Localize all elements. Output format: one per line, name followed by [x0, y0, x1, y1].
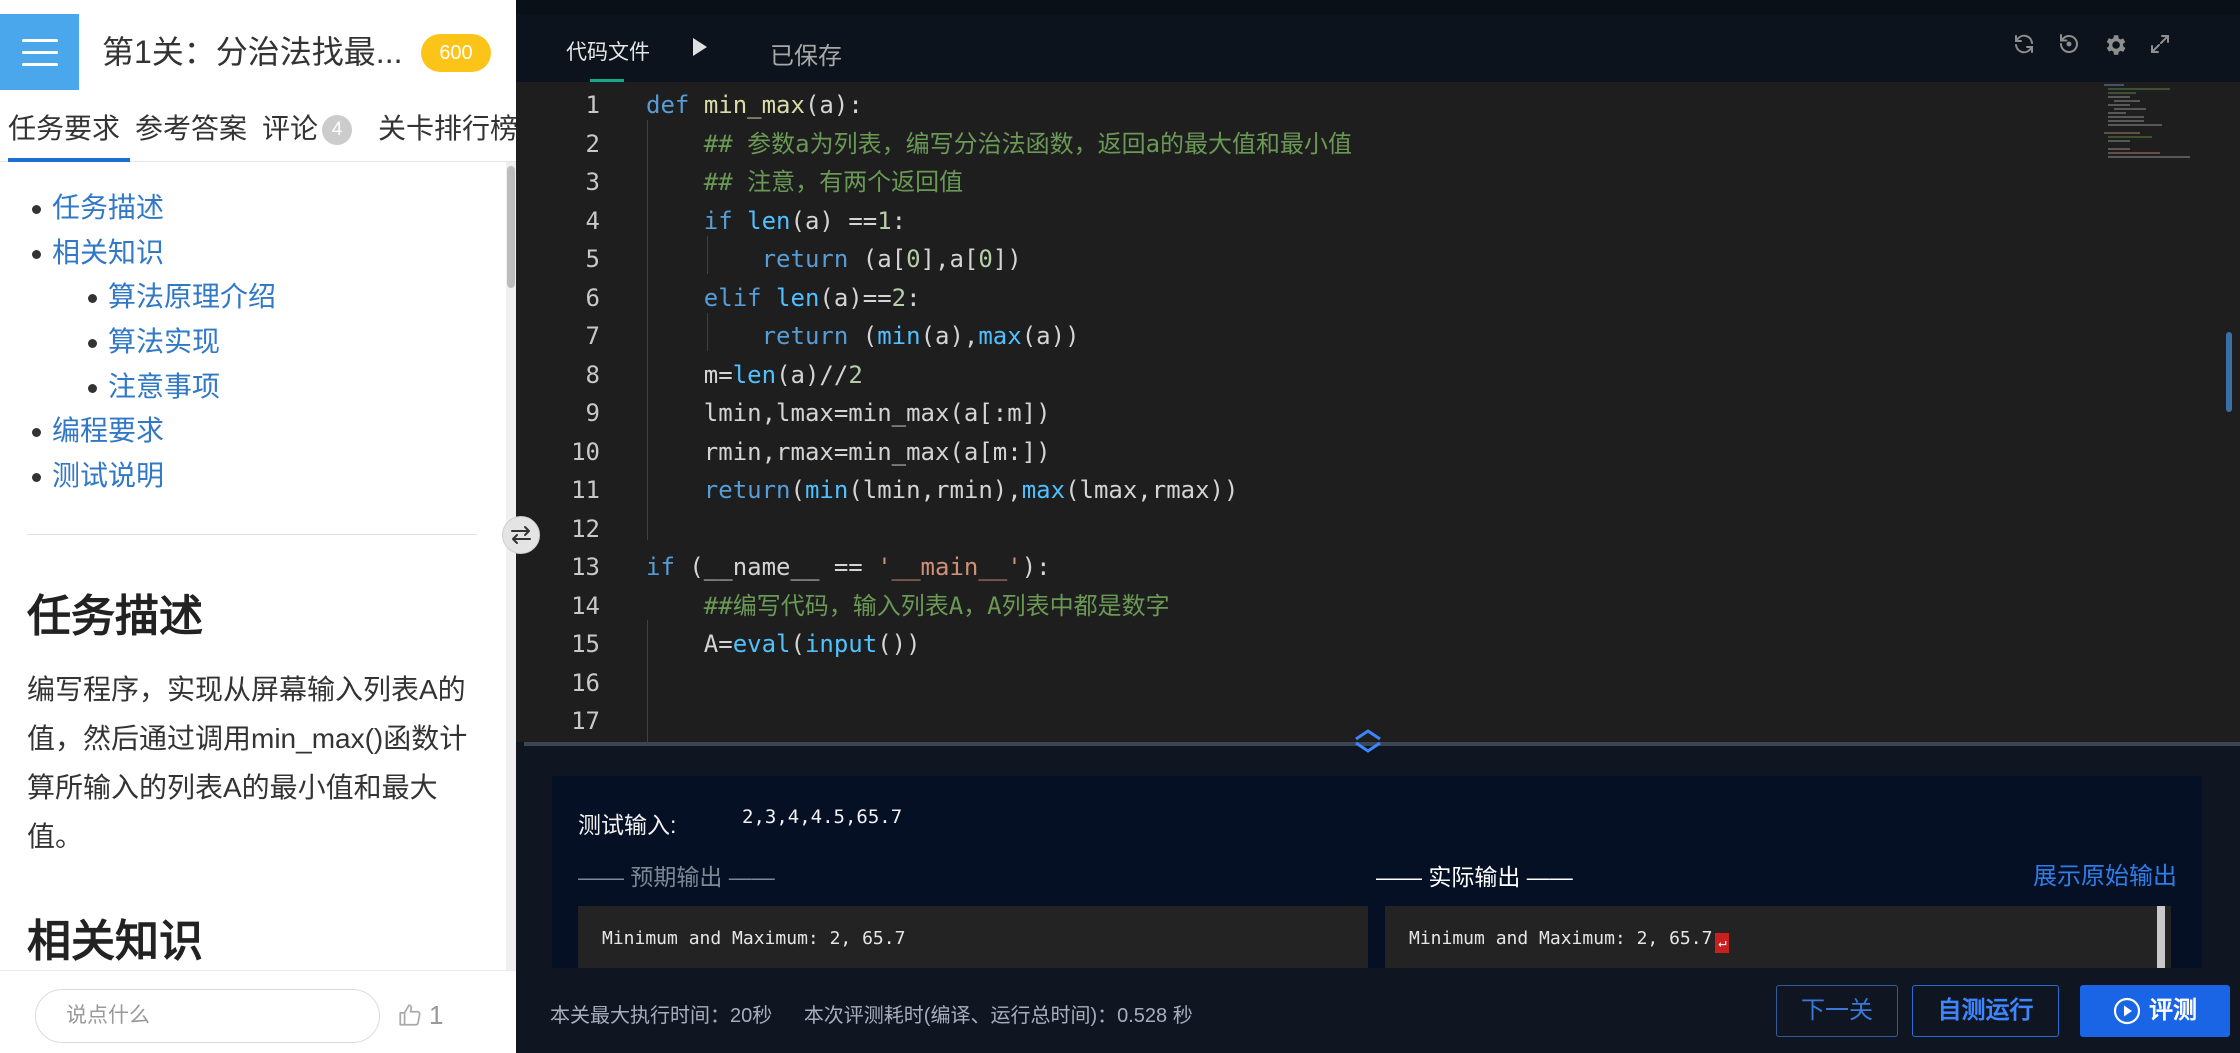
- line-number: 1: [585, 91, 600, 119]
- toc-item-notes[interactable]: 注意事项: [87, 365, 276, 410]
- toc-item-programming-requirements[interactable]: 编程要求: [31, 409, 276, 454]
- level-title: 第1关：分治法找最...: [102, 34, 402, 70]
- tab-leaderboard[interactable]: 关卡排行榜: [378, 104, 516, 160]
- collapse-chevron-icon[interactable]: [1348, 728, 1388, 754]
- scrollbar[interactable]: [506, 162, 516, 970]
- toc-item-algorithm-implementation[interactable]: 算法实现: [87, 320, 276, 365]
- eval-time: 本次评测耗时(编译、运行总时间)：0.528 秒: [803, 1005, 1193, 1027]
- editor-scrollbar[interactable]: [2226, 332, 2232, 412]
- tab-label: 关卡排行榜: [378, 113, 516, 144]
- save-status: 已保存: [770, 43, 842, 70]
- toc-item-related-knowledge[interactable]: 相关知识: [31, 231, 276, 276]
- actual-output-box: Minimum and Maximum: 2, 65.7 ↵: [1385, 906, 2171, 968]
- show-raw-output-link[interactable]: 展示原始输出: [2033, 856, 2177, 891]
- play-icon[interactable]: [692, 37, 708, 57]
- evaluate-button[interactable]: 评测: [2080, 985, 2230, 1037]
- top-strip: [516, 0, 2240, 14]
- execution-time-info: 本关最大执行时间：20秒 本次评测耗时(编译、运行总时间)：0.528 秒: [550, 999, 1219, 1028]
- line-number: 4: [585, 206, 600, 235]
- line-number: 13: [571, 553, 600, 581]
- actual-output-text: Minimum and Maximum: 2, 65.7: [1409, 928, 1713, 949]
- line-number: 10: [571, 437, 600, 466]
- toc-item-task-description[interactable]: 任务描述: [31, 186, 276, 231]
- like-button[interactable]: 1: [397, 993, 443, 1037]
- menu-icon[interactable]: [0, 14, 79, 90]
- section-heading: 相关知识: [27, 917, 203, 966]
- comment-input[interactable]: [35, 989, 380, 1043]
- expected-output-label: —— 预期输出 ——: [578, 864, 775, 890]
- tab-label: 参考答案: [135, 113, 248, 144]
- panel-resize-handle[interactable]: [502, 516, 540, 554]
- history-icon[interactable]: [2057, 32, 2081, 56]
- line-number: 7: [585, 322, 600, 350]
- comment-footer: 1: [0, 970, 516, 1053]
- next-level-button[interactable]: 下一关: [1776, 985, 1898, 1037]
- line-number: 16: [571, 668, 600, 697]
- code-minimap[interactable]: [2100, 82, 2210, 182]
- settings-gear-icon[interactable]: [2102, 32, 2128, 58]
- line-number: 17: [571, 707, 600, 735]
- app-root: 第1关：分治法找最... 600 任务要求 参考答案 评论 4 关卡排行榜 任务描…: [0, 0, 2240, 1053]
- divider: [27, 534, 477, 535]
- level-header: 第1关：分治法找最... 600: [0, 14, 516, 90]
- toc-item-test-instructions[interactable]: 测试说明: [31, 454, 276, 499]
- newline-marker: ↵: [1715, 933, 1730, 953]
- tab-label: 评论: [262, 113, 319, 144]
- output-scrollbar[interactable]: [2157, 906, 2165, 968]
- table-of-contents: 任务描述 相关知识 算法原理介绍 算法实现 注意事项 编程要求 测试说明: [31, 186, 276, 499]
- tab-task-requirements[interactable]: 任务要求: [8, 104, 131, 162]
- line-number: 14: [571, 591, 600, 620]
- swap-arrows-icon: [511, 526, 531, 544]
- task-tabs: 任务要求 参考答案 评论 4 关卡排行榜: [0, 104, 516, 162]
- task-panel: 第1关：分治法找最... 600 任务要求 参考答案 评论 4 关卡排行榜 任务描…: [0, 0, 516, 1053]
- task-description-text: 编写程序，实现从屏幕输入列表A的值，然后通过调用min_max()函数计算所输入…: [27, 674, 468, 852]
- section-heading: 任务描述: [27, 592, 203, 641]
- task-content: 任务描述 相关知识 算法原理介绍 算法实现 注意事项 编程要求 测试说明 任务描…: [0, 162, 508, 970]
- like-count: 1: [429, 999, 444, 1030]
- expected-output-box: Minimum and Maximum: 2, 65.7: [578, 906, 1368, 968]
- line-number: 15: [571, 630, 600, 658]
- line-number: 9: [585, 399, 600, 427]
- tab-code-file[interactable]: 代码文件: [566, 36, 650, 66]
- thumbs-up-icon: [399, 1004, 421, 1026]
- actual-output-label: —— 实际输出 ——: [1376, 864, 1573, 890]
- expected-output-text: Minimum and Maximum: 2, 65.7: [602, 928, 906, 949]
- comment-count-badge: 4: [322, 115, 353, 145]
- tab-comments[interactable]: 评论 4: [262, 104, 353, 160]
- scrollbar-thumb[interactable]: [507, 166, 515, 288]
- test-result-panel: 测试输入: 2,3,4,4.5,65.7 —— 预期输出 —— —— 实际输出 …: [552, 776, 2202, 968]
- self-run-button[interactable]: 自测运行: [1912, 985, 2059, 1037]
- code-editor[interactable]: 1 def min_max(a): 2 ## 参数a为列表，编写分治法函数，返回a…: [516, 82, 2240, 742]
- score-badge: 600: [421, 34, 491, 72]
- test-input-value: 2,3,4,4.5,65.7: [742, 806, 903, 828]
- line-number: 6: [585, 283, 600, 312]
- line-number: 3: [585, 168, 600, 196]
- play-circle-icon: [2113, 997, 2141, 1025]
- refresh-icon[interactable]: [2012, 32, 2036, 56]
- line-number: 8: [585, 360, 600, 389]
- action-bar: 本关最大执行时间：20秒 本次评测耗时(编译、运行总时间)：0.528 秒 下一…: [516, 968, 2240, 1053]
- tab-label: 任务要求: [8, 113, 121, 144]
- tab-reference-answer[interactable]: 参考答案: [135, 104, 247, 160]
- toc-item-algorithm-principle[interactable]: 算法原理介绍: [87, 275, 276, 320]
- test-input-label: 测试输入:: [578, 812, 677, 838]
- fullscreen-icon[interactable]: [2148, 32, 2172, 56]
- max-exec-time: 本关最大执行时间：20秒: [550, 1005, 773, 1027]
- line-number: 5: [585, 245, 600, 273]
- line-number: 11: [571, 476, 600, 504]
- line-number: 2: [585, 129, 600, 158]
- editor-toolbar: 代码文件 已保存: [516, 0, 2240, 82]
- evaluate-label: 评测: [2149, 997, 2197, 1024]
